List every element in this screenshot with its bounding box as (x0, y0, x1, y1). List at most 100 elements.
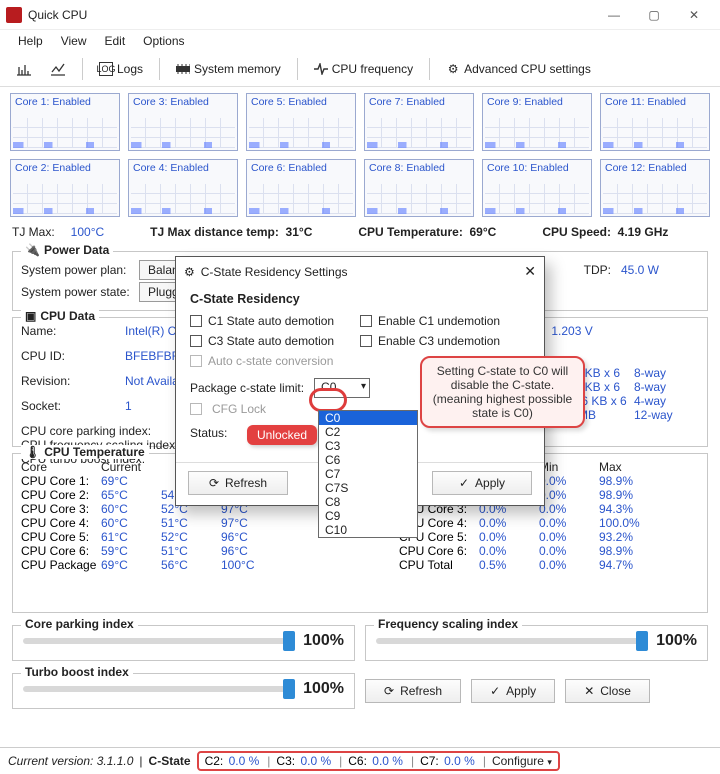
annotation-circle (309, 388, 347, 412)
close-icon: ✕ (584, 684, 594, 698)
table-row: CPU Core 4:0.0%0.0%100.0% (399, 516, 699, 530)
modal-status-label: Status: (190, 426, 227, 440)
modal-apply-button[interactable]: ✓Apply (432, 471, 532, 495)
pkg-cstate-dropdown-list[interactable]: C0 C2 C3 C6 C7 C7S C8 C9 C10 (318, 410, 418, 538)
cstate-box: C2: 0.0 %| C3: 0.0 %| C6: 0.0 %| C7: 0.0… (197, 751, 560, 771)
table-row: CPU Core 6:0.0%0.0%98.9% (399, 544, 699, 558)
turbo-slider[interactable] (23, 686, 295, 692)
min-header: Min (539, 460, 599, 474)
cpu-temp-value: 69°C (470, 225, 497, 239)
thermometer-icon: 🌡 (25, 445, 40, 459)
turbo-boost-index-section: Turbo boost index 100% (12, 673, 355, 709)
core-tile[interactable]: Core 9: Enabled (482, 93, 592, 151)
core-tile[interactable]: Core 5: Enabled (246, 93, 356, 151)
c3-demotion-checkbox[interactable]: C3 State auto demotion (190, 334, 360, 348)
freq-scaling-slider[interactable] (376, 638, 648, 644)
core-tile[interactable]: Core 10: Enabled (482, 159, 592, 217)
modal-refresh-button[interactable]: ⟳Refresh (188, 471, 288, 495)
minimize-button[interactable]: — (594, 1, 634, 29)
core-tile[interactable]: Core 11: Enabled (600, 93, 710, 151)
refresh-icon: ⟳ (384, 684, 394, 698)
menu-view[interactable]: View (61, 34, 87, 48)
menu-edit[interactable]: Edit (104, 34, 125, 48)
toolbar: LOG Logs System memory CPU frequency ⚙ A… (0, 54, 720, 87)
cpu-frequency-button[interactable]: CPU frequency (308, 59, 419, 79)
table-row: CPU Core 4:60°C51°C97°C (21, 516, 281, 530)
refresh-button[interactable]: ⟳Refresh (365, 679, 461, 703)
apply-button[interactable]: ✓Apply (471, 679, 555, 703)
turbo-legend: Turbo boost index (21, 665, 133, 679)
refresh-icon: ⟳ (209, 476, 219, 490)
core-tile[interactable]: Core 3: Enabled (128, 93, 238, 151)
core-tile[interactable]: Core 2: Enabled (10, 159, 120, 217)
core-tile[interactable]: Core 1: Enabled (10, 93, 120, 151)
maximize-button[interactable]: ▢ (634, 1, 674, 29)
dropdown-option[interactable]: C0 (319, 411, 417, 425)
menu-options[interactable]: Options (143, 34, 184, 48)
tjmax-value[interactable]: 100°C (71, 225, 105, 239)
dropdown-option[interactable]: C6 (319, 453, 417, 467)
cpu-name-label: Name: (21, 324, 121, 347)
core-parking-index-section: Core parking index 100% (12, 625, 355, 661)
tdp-label: TDP: (584, 263, 611, 277)
cpu-frequency-label: CPU frequency (332, 62, 413, 76)
core-tile[interactable]: Core 8: Enabled (364, 159, 474, 217)
system-memory-label: System memory (194, 62, 281, 76)
dropdown-option[interactable]: C8 (319, 495, 417, 509)
tjmax-distance-value: 31°C (286, 225, 313, 239)
core-tile[interactable]: Core 6: Enabled (246, 159, 356, 217)
tdp-value: 45.0 W (621, 263, 659, 277)
cpu-data-legend: CPU Data (40, 309, 95, 323)
tjmax-label: TJ Max: (12, 225, 55, 239)
advanced-settings-button[interactable]: ⚙ Advanced CPU settings (440, 59, 597, 79)
dropdown-option[interactable]: C3 (319, 439, 417, 453)
core-parking-slider[interactable] (23, 638, 295, 644)
cstate-c3: C3: 0.0 % (276, 754, 333, 768)
core-tiles: Core 1: Enabled Core 3: Enabled Core 5: … (0, 87, 720, 217)
power-legend: Power Data (44, 243, 109, 257)
auto-conversion-checkbox: Auto c-state conversion (190, 354, 360, 368)
close-button-main[interactable]: ✕Close (565, 679, 650, 703)
pkg-cstate-label: Package c-state limit: (190, 381, 304, 395)
core-tile[interactable]: Core 4: Enabled (128, 159, 238, 217)
table-row: CPU Package69°C56°C100°C (21, 558, 281, 572)
tjmax-distance-label: TJ Max distance temp: (150, 225, 279, 239)
modal-title: C-State Residency Settings (201, 265, 348, 279)
dropdown-option[interactable]: C9 (319, 509, 417, 523)
core-tile[interactable]: Core 12: Enabled (600, 159, 710, 217)
table-row: CPU Core 6:59°C51°C96°C (21, 544, 281, 558)
chart-bar-icon[interactable] (10, 59, 38, 79)
freq-scaling-index-section: Frequency scaling index 100% (365, 625, 708, 661)
log-icon: LOG (99, 62, 113, 76)
dropdown-option[interactable]: C10 (319, 523, 417, 537)
power-state-label: System power state: (21, 285, 131, 299)
check-icon: ✓ (459, 476, 469, 490)
c1-undemotion-checkbox[interactable]: Enable C1 undemotion (360, 314, 530, 328)
dropdown-option[interactable]: C7 (319, 467, 417, 481)
c3-undemotion-checkbox[interactable]: Enable C3 undemotion (360, 334, 530, 348)
window-title: Quick CPU (28, 8, 87, 22)
memory-icon (176, 62, 190, 76)
max-header: Max (599, 460, 659, 474)
configure-dropdown[interactable]: Configure ▾ (492, 754, 552, 768)
system-memory-button[interactable]: System memory (170, 59, 287, 79)
core-parking-legend: Core parking index (21, 617, 138, 631)
dropdown-option[interactable]: C7S (319, 481, 417, 495)
close-button[interactable]: ✕ (674, 1, 714, 29)
modal-close-button[interactable]: ✕ (524, 263, 536, 280)
table-row: CPU Core 5:61°C52°C96°C (21, 530, 281, 544)
chart-line-icon[interactable] (44, 59, 72, 79)
table-row: CPU Total0.5%0.0%94.7% (399, 558, 699, 572)
menu-help[interactable]: Help (18, 34, 43, 48)
c1-demotion-checkbox[interactable]: C1 State auto demotion (190, 314, 360, 328)
version-value: 3.1.1.0 (97, 754, 134, 768)
app-icon (6, 7, 22, 23)
menu-bar: Help View Edit Options (0, 30, 720, 54)
cpu-icon: ▣ (25, 309, 36, 323)
logs-button[interactable]: LOG Logs (93, 59, 149, 79)
core-tile[interactable]: Core 7: Enabled (364, 93, 474, 151)
plug-icon: 🔌 (25, 243, 40, 257)
dropdown-option[interactable]: C2 (319, 425, 417, 439)
annotation-callout: Setting C-state to C0 will disable the C… (420, 356, 585, 428)
freq-scaling-legend: Frequency scaling index (374, 617, 522, 631)
